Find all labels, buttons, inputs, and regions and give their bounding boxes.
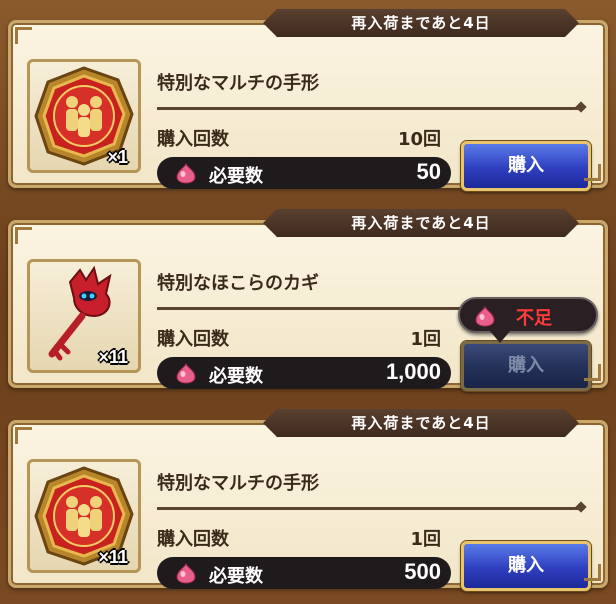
purchase-count-value: 1回 (410, 529, 441, 550)
restock-timer: 再入荷まであと4日 (263, 9, 579, 37)
purchase-count-label: 購入回数 (157, 129, 229, 150)
item-icon-frame: ×11 (27, 459, 141, 573)
cost-value: 500 (404, 559, 441, 584)
cost-label: 必要数 (209, 566, 263, 587)
purchase-count-value: 10回 (397, 129, 441, 150)
purchase-count-label: 購入回数 (157, 329, 229, 350)
slime-gem-icon (176, 562, 196, 584)
insufficient-label: 不足 (516, 308, 552, 329)
restock-timer: 再入荷まであと4日 (263, 409, 579, 437)
slime-gem-icon (475, 305, 495, 327)
cost-bar: 必要数 50 (157, 157, 451, 189)
cost-value: 50 (416, 159, 441, 184)
item-name: 特別なほこらのカギ (157, 273, 319, 294)
cost-label: 必要数 (209, 166, 263, 187)
cost-label: 必要数 (209, 366, 263, 387)
insufficient-tooltip: 不足 (458, 297, 598, 343)
restock-timer: 再入荷まであと4日 (263, 209, 579, 237)
shop-item-card: 再入荷まであと4日 ×11 特別なマルチの手形 購入回数 1回 必要数 500 … (8, 420, 608, 591)
buy-button[interactable]: 購入 (461, 341, 591, 391)
divider (157, 107, 581, 110)
buy-button[interactable]: 購入 (461, 541, 591, 591)
shop-item-card: 再入荷まであと4日 ×11 特別なほこらのカギ 購入回数 1回 必要数 1,00… (8, 220, 608, 391)
item-name: 特別なマルチの手形 (157, 473, 319, 494)
divider (157, 507, 581, 510)
purchase-count-label: 購入回数 (157, 529, 229, 550)
item-name: 特別なマルチの手形 (157, 73, 319, 94)
shop-item-card: 再入荷まであと4日 ×1 特別なマルチの手形 購入回数 10回 必要数 50 購… (8, 20, 608, 191)
item-icon-frame: ×11 (27, 259, 141, 373)
item-quantity: ×11 (98, 547, 128, 567)
buy-button[interactable]: 購入 (461, 141, 591, 191)
cost-bar: 必要数 500 (157, 557, 451, 589)
cost-value: 1,000 (385, 359, 441, 384)
slime-gem-icon (176, 362, 196, 384)
item-quantity: ×1 (107, 147, 128, 167)
item-quantity: ×11 (98, 347, 128, 367)
slime-gem-icon (176, 162, 196, 184)
purchase-count-value: 1回 (410, 329, 441, 350)
cost-bar: 必要数 1,000 (157, 357, 451, 389)
item-icon-frame: ×1 (27, 59, 141, 173)
